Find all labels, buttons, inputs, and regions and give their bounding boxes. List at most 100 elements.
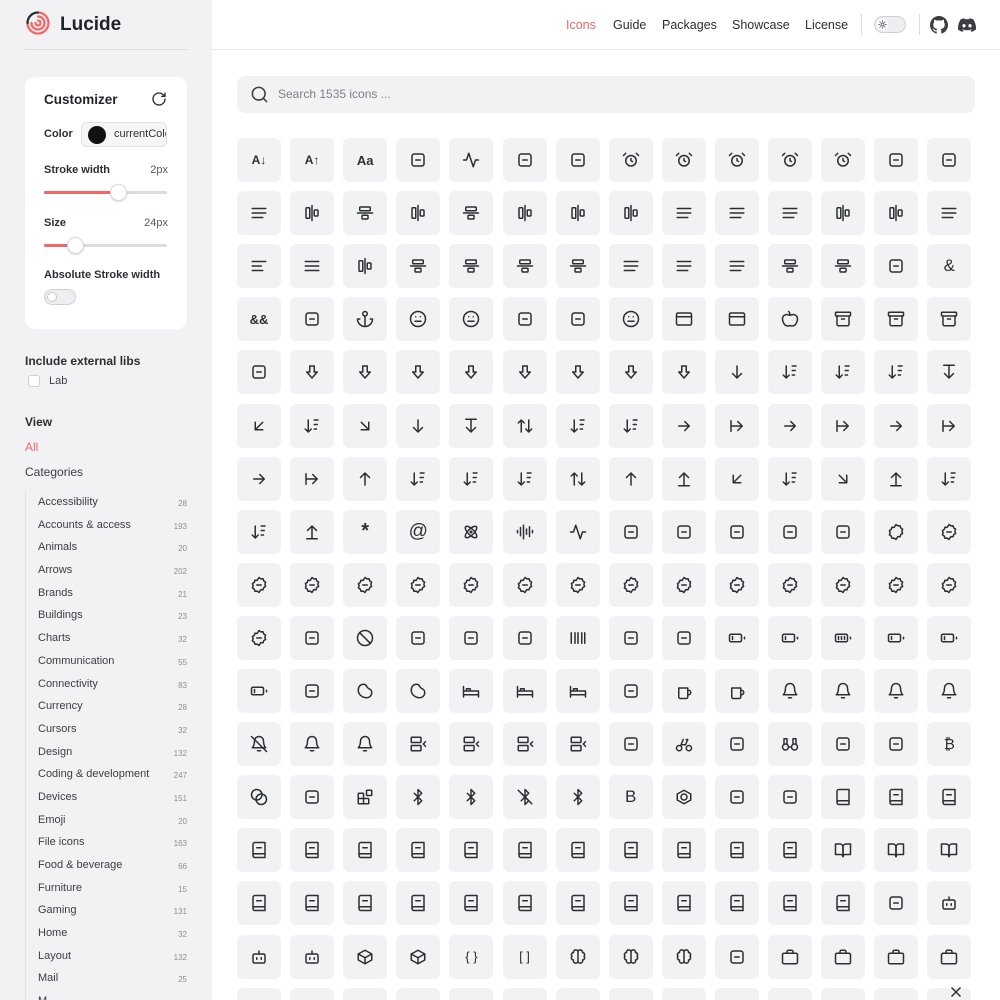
bitcoin-icon[interactable]: ₿	[927, 722, 972, 767]
badge-indian-rupee-icon[interactable]	[502, 562, 547, 607]
search-input[interactable]	[278, 84, 958, 104]
biceps-flexed-icon[interactable]	[608, 722, 653, 767]
nav-link-guide[interactable]: Guide	[613, 18, 646, 32]
ambulance-icon[interactable]	[874, 244, 919, 289]
arrow-up-0-1-icon[interactable]	[396, 456, 441, 501]
github-icon[interactable]	[930, 16, 948, 34]
align-vertical-justify-end-icon[interactable]	[661, 244, 706, 289]
align-horizontal-justify-start-icon[interactable]	[768, 191, 812, 236]
alarm-clock-off-icon[interactable]	[768, 138, 812, 182]
arrow-big-up-dash-icon[interactable]	[661, 350, 706, 395]
theme-toggle[interactable]	[874, 16, 906, 33]
arrow-up-narrow-wide-icon[interactable]	[768, 456, 812, 501]
category-item[interactable]: Gaming 131	[26, 898, 187, 921]
briefcase-conveyor-belt-icon[interactable]	[874, 934, 919, 979]
anvil-icon[interactable]	[555, 297, 600, 342]
briefcase-medical-icon[interactable]	[927, 934, 972, 979]
arrow-up-left-icon[interactable]	[714, 456, 759, 501]
battery-full-icon[interactable]	[821, 615, 866, 660]
arrow-left-to-line-icon[interactable]	[821, 403, 866, 448]
axis-3d-icon[interactable]	[714, 509, 759, 554]
arrow-big-up-icon[interactable]	[608, 350, 653, 395]
align-vertical-space-between-icon[interactable]	[821, 244, 866, 289]
boxes-icon[interactable]	[396, 934, 441, 979]
align-start-horizontal-icon[interactable]	[343, 244, 388, 289]
bike-icon[interactable]	[661, 722, 706, 767]
nav-link-icons[interactable]: Icons	[566, 18, 596, 32]
bus-icon[interactable]	[608, 987, 653, 1000]
battery-warning-icon[interactable]	[237, 669, 281, 713]
arrow-up-to-line-icon[interactable]	[874, 456, 919, 501]
category-item[interactable]: Charts 32	[26, 626, 187, 649]
badge-plus-icon[interactable]	[768, 562, 812, 607]
arrow-down-left-icon[interactable]	[237, 403, 281, 448]
blend-icon[interactable]	[237, 775, 281, 820]
book-image-icon[interactable]	[555, 828, 600, 873]
arrow-down-from-line-icon[interactable]	[927, 350, 972, 395]
brush-icon[interactable]	[290, 987, 335, 1000]
banknote-small-icon[interactable]	[502, 615, 547, 660]
arrow-right-left-icon[interactable]	[237, 456, 281, 501]
book-type-icon[interactable]	[343, 881, 388, 926]
app-window-icon[interactable]	[661, 297, 706, 342]
bookmark-plus-icon[interactable]	[768, 881, 812, 926]
arrows-up-from-line-icon[interactable]	[290, 509, 335, 554]
align-vertical-distribute-start-icon[interactable]	[555, 244, 600, 289]
arrow-down-wide-narrow-icon[interactable]	[555, 403, 600, 448]
badge-info-icon[interactable]	[555, 562, 600, 607]
arrow-up-from-dot-icon[interactable]	[608, 456, 653, 501]
align-center-horizontal-icon[interactable]	[290, 191, 335, 236]
bell-plus-icon[interactable]	[290, 722, 335, 767]
annoyed-icon[interactable]	[449, 297, 494, 342]
align-vertical-space-around-icon[interactable]	[768, 244, 812, 289]
discord-icon[interactable]	[958, 16, 976, 34]
arrow-up-icon[interactable]	[343, 456, 388, 501]
align-vertical-justify-start-icon[interactable]	[714, 244, 759, 289]
close-icon[interactable]	[949, 985, 963, 999]
bug-icon[interactable]	[343, 987, 388, 1000]
brain-cog-icon[interactable]	[661, 934, 706, 979]
category-item[interactable]: Brands 21	[26, 581, 187, 604]
book-open-icon[interactable]	[821, 828, 866, 873]
category-item[interactable]: Cursors 32	[26, 717, 187, 740]
briefcase-business-icon[interactable]	[821, 934, 866, 979]
brain-circuit-icon[interactable]	[608, 934, 653, 979]
beer-off-icon[interactable]	[714, 669, 759, 713]
arrow-big-left-icon[interactable]	[396, 350, 441, 395]
book-minus-icon[interactable]	[768, 828, 812, 873]
bookmark-x-icon[interactable]	[821, 881, 866, 926]
alarm-clock-minus-icon[interactable]	[714, 138, 759, 182]
category-item[interactable]: Connectivity 83	[26, 672, 187, 695]
arrow-down-narrow-wide-icon[interactable]	[290, 403, 335, 448]
binoculars-icon[interactable]	[768, 722, 812, 767]
bed-icon[interactable]	[449, 669, 494, 713]
brackets-icon[interactable]: [ ]	[502, 934, 547, 979]
badge-euro-icon[interactable]	[396, 562, 441, 607]
category-item[interactable]: Home 32	[26, 921, 187, 944]
arrow-up-a-z-icon[interactable]	[502, 456, 547, 501]
archive-icon[interactable]	[821, 297, 866, 342]
audio-waveform-icon[interactable]	[555, 509, 600, 554]
lab-label[interactable]: Lab	[49, 375, 67, 387]
book-audio-icon[interactable]	[927, 775, 972, 820]
arrow-left-right-icon[interactable]	[768, 403, 812, 448]
bring-to-front-icon[interactable]	[237, 987, 281, 1000]
aperture-icon[interactable]	[608, 297, 653, 342]
bell-electric-icon[interactable]	[874, 669, 919, 713]
category-item[interactable]: Coding & development 247	[26, 762, 187, 785]
stroke-width-slider-thumb[interactable]	[109, 184, 127, 201]
armchair-icon[interactable]	[237, 350, 281, 395]
nav-link-license[interactable]: License	[805, 18, 848, 32]
at-sign-icon[interactable]: @	[396, 509, 441, 554]
badge-swiss-franc-icon[interactable]	[927, 562, 972, 607]
category-item[interactable]: Emoji 20	[26, 808, 187, 831]
backpack-icon[interactable]	[821, 509, 866, 554]
bluetooth-connected-icon[interactable]	[449, 775, 494, 820]
book-check-icon[interactable]	[237, 828, 281, 873]
book-up-2-icon[interactable]	[449, 881, 494, 926]
book-key-icon[interactable]	[608, 828, 653, 873]
book-x-icon[interactable]	[555, 881, 600, 926]
bot-message-square-icon[interactable]	[237, 934, 281, 979]
arrow-down-to-dot-icon[interactable]	[396, 403, 441, 448]
book-headphones-icon[interactable]	[449, 828, 494, 873]
